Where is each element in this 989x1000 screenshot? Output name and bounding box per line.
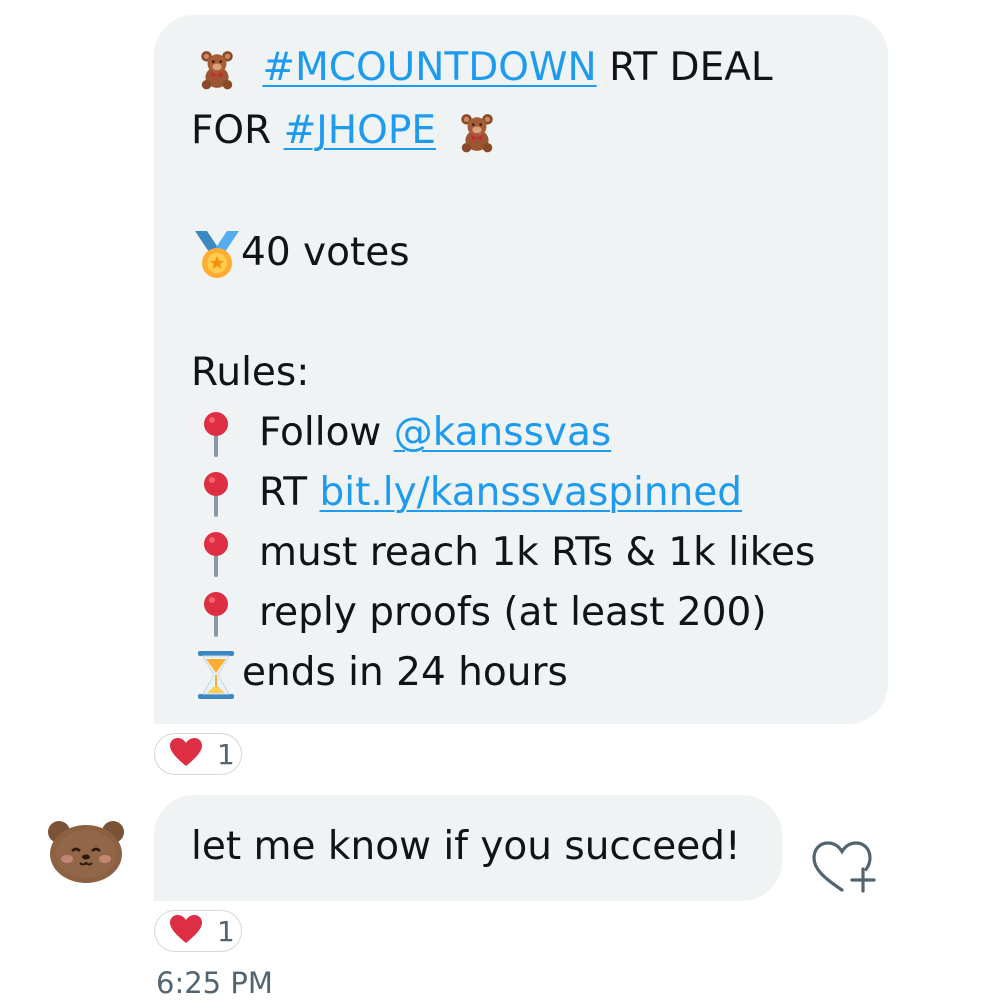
teddy-bear-icon xyxy=(456,112,498,154)
message-line: FOR #JHOPE xyxy=(191,106,498,156)
reaction-pill[interactable]: 1 xyxy=(154,733,242,775)
message-line: RT bit.ly/kanssvaspinned xyxy=(199,468,742,519)
message-line: ends in 24 hours xyxy=(196,648,568,700)
message-text: let me know if you succeed! xyxy=(191,824,741,869)
message-line: Rules: xyxy=(191,348,309,398)
url-link-pinned[interactable]: bit.ly/kanssvaspinned xyxy=(319,470,742,515)
teddy-bear-icon xyxy=(196,49,238,91)
reaction-count: 1 xyxy=(217,914,235,948)
vote-count-text: 40 votes xyxy=(241,230,410,275)
message-text: ends in 24 hours xyxy=(242,650,568,695)
message-text: reply proofs (at least 200) xyxy=(259,590,767,635)
message-timestamp: 6:25 PM xyxy=(156,966,273,1000)
bear-avatar[interactable] xyxy=(46,818,126,884)
heart-plus-icon[interactable] xyxy=(810,838,880,896)
reaction-pill[interactable]: 1 xyxy=(154,910,242,952)
mention-link-kanssvas[interactable]: @kanssvas xyxy=(394,410,611,455)
message-line: let me know if you succeed! xyxy=(191,822,741,872)
message-line: 40 votes xyxy=(193,228,410,281)
round-pushpin-icon xyxy=(199,531,233,579)
red-heart-icon xyxy=(169,914,203,948)
round-pushpin-icon xyxy=(199,471,233,519)
message-text: must reach 1k RTs & 1k likes xyxy=(259,530,816,575)
round-pushpin-icon xyxy=(199,591,233,639)
red-heart-icon xyxy=(169,737,203,771)
message-text: Follow xyxy=(259,410,394,455)
message-text: FOR xyxy=(191,108,284,153)
message-line: #MCOUNTDOWN RT DEAL xyxy=(196,43,773,93)
hashtag-link-mcountdown[interactable]: #MCOUNTDOWN xyxy=(262,45,596,90)
rules-heading: Rules: xyxy=(191,350,310,395)
message-text: RT DEAL xyxy=(596,45,773,90)
message-line: Follow @kanssvas xyxy=(199,408,611,459)
message-line: must reach 1k RTs & 1k likes xyxy=(199,528,815,579)
round-pushpin-icon xyxy=(199,411,233,459)
hashtag-link-jhope[interactable]: #JHOPE xyxy=(284,108,436,153)
message-line: reply proofs (at least 200) xyxy=(199,588,767,639)
message-text: RT xyxy=(259,470,320,515)
hourglass-icon xyxy=(196,650,236,700)
medal-icon xyxy=(193,229,241,281)
reaction-count: 1 xyxy=(217,737,235,771)
